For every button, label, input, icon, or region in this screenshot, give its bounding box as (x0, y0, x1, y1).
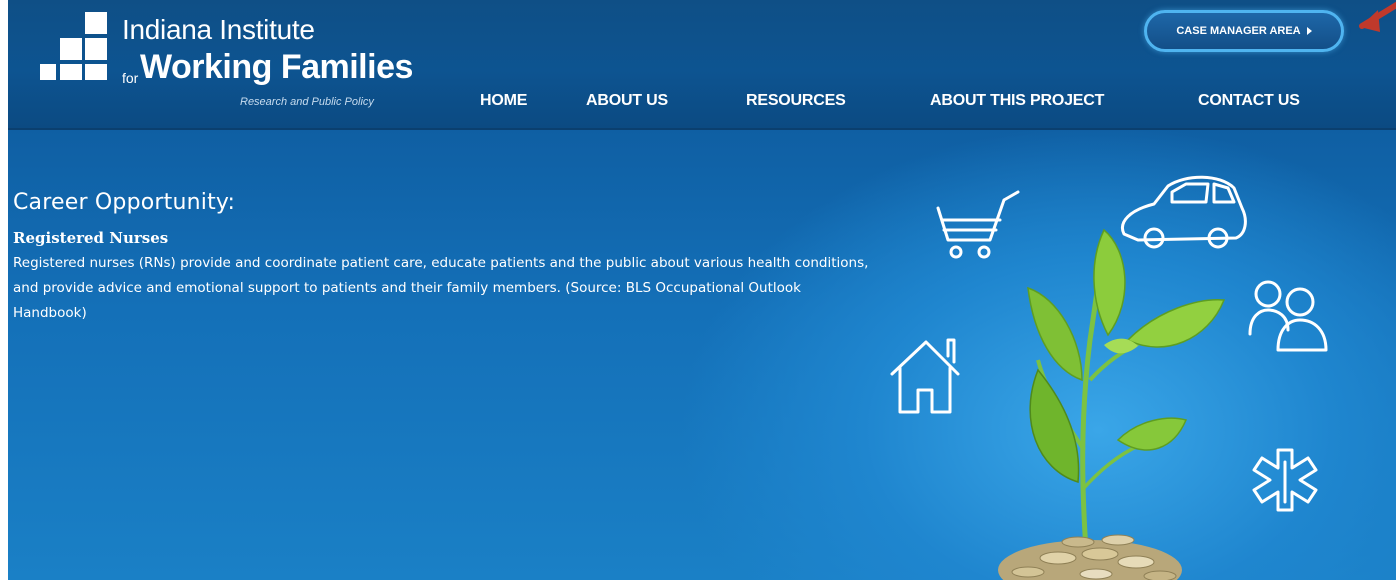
logo-name-line2: Working Families (140, 48, 413, 86)
logo-for-word: for (122, 70, 139, 86)
shopping-cart-icon (936, 190, 1020, 259)
nav-item-home[interactable]: HOME (480, 92, 527, 110)
coin-pile-icon (998, 534, 1182, 580)
nav-item-about-us[interactable]: ABOUT US (586, 92, 668, 110)
page-frame: Indiana Institute for Working Families R… (8, 0, 1396, 580)
logo-name-line1: Indiana Institute (122, 14, 315, 45)
people-icon (1248, 280, 1328, 352)
occupation-title: Registered Nurses (13, 229, 169, 247)
car-icon (1121, 175, 1247, 249)
annotation-arrow-icon (1359, 1, 1396, 32)
case-manager-area-label: CASE MANAGER AREA (1176, 25, 1301, 37)
occupation-description: Registered nurses (RNs) provide and coor… (13, 255, 869, 321)
hero-illustration (890, 175, 1328, 580)
career-content: Career Opportunity: Registered Nurses Re… (13, 190, 893, 326)
house-icon (890, 338, 960, 414)
nav-item-about-this-project[interactable]: ABOUT THIS PROJECT (930, 92, 1104, 110)
case-manager-area-button[interactable]: CASE MANAGER AREA (1144, 10, 1344, 52)
play-arrow-icon (1306, 27, 1312, 35)
medical-star-icon (1252, 448, 1318, 512)
main-navigation: HOME ABOUT US RESOURCES ABOUT THIS PROJE… (8, 92, 1396, 118)
nav-item-contact-us[interactable]: CONTACT US (1198, 92, 1300, 110)
nav-item-resources[interactable]: RESOURCES (746, 92, 846, 110)
hero-section: Career Opportunity: Registered Nurses Re… (8, 130, 1396, 580)
section-title: Career Opportunity: (13, 190, 236, 215)
plant-icon (1027, 228, 1226, 551)
site-header: Indiana Institute for Working Families R… (8, 0, 1396, 130)
